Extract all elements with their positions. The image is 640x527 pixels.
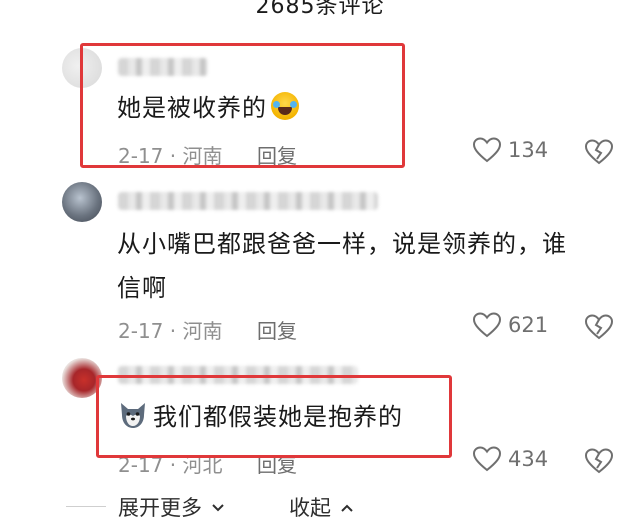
comment-date-location: 2-17 · 河南	[118, 319, 223, 343]
collapse-button[interactable]: 收起	[289, 492, 354, 522]
expand-more-label: 展开更多	[118, 496, 202, 520]
comment-text-content: 我们都假装她是抱养的	[153, 403, 403, 431]
avatar[interactable]	[62, 358, 102, 398]
comment-text-line: 从小嘴巴都跟爸爸一样，说是领养的，谁	[117, 230, 567, 258]
username-redacted	[118, 366, 358, 384]
comment-text: 我们都假装她是抱养的	[117, 395, 403, 439]
broken-heart-icon[interactable]	[584, 313, 614, 341]
comment-count-title: 2685条评论	[255, 0, 385, 19]
chevron-up-icon	[340, 504, 353, 512]
laughing-crying-emoji-icon	[271, 92, 299, 120]
broken-heart-icon[interactable]	[584, 447, 614, 475]
avatar[interactable]	[62, 182, 102, 222]
like-count: 621	[508, 313, 549, 337]
reply-button[interactable]: 回复	[257, 140, 297, 169]
comment-text-line: 信啊	[117, 274, 167, 302]
heart-outline-icon	[472, 312, 502, 338]
like-count: 134	[508, 138, 549, 162]
like-button[interactable]: 621	[472, 311, 548, 339]
like-count: 434	[508, 447, 549, 471]
comment-date-location: 2-17 · 河北	[118, 453, 223, 477]
like-button[interactable]: 134	[472, 136, 548, 164]
chevron-down-icon	[211, 504, 224, 512]
comment-text-content: 她是被收养的	[117, 94, 267, 122]
collapse-label: 收起	[289, 496, 331, 520]
reply-button[interactable]: 回复	[257, 449, 297, 478]
comment-text: 她是被收养的	[117, 86, 299, 130]
like-button[interactable]: 434	[472, 445, 548, 473]
username-redacted	[118, 192, 378, 210]
comment-text: 从小嘴巴都跟爸爸一样，说是领养的，谁 信啊	[117, 222, 567, 310]
reply-button[interactable]: 回复	[257, 315, 297, 344]
expand-more-button[interactable]: 展开更多	[118, 492, 225, 522]
divider	[66, 506, 106, 507]
heart-outline-icon	[472, 446, 502, 472]
comment-date-location: 2-17 · 河南	[118, 144, 223, 168]
heart-outline-icon	[472, 137, 502, 163]
avatar[interactable]	[62, 48, 102, 88]
broken-heart-icon[interactable]	[584, 138, 614, 166]
username-redacted	[118, 58, 208, 76]
husky-dog-emoji-icon	[121, 403, 145, 428]
